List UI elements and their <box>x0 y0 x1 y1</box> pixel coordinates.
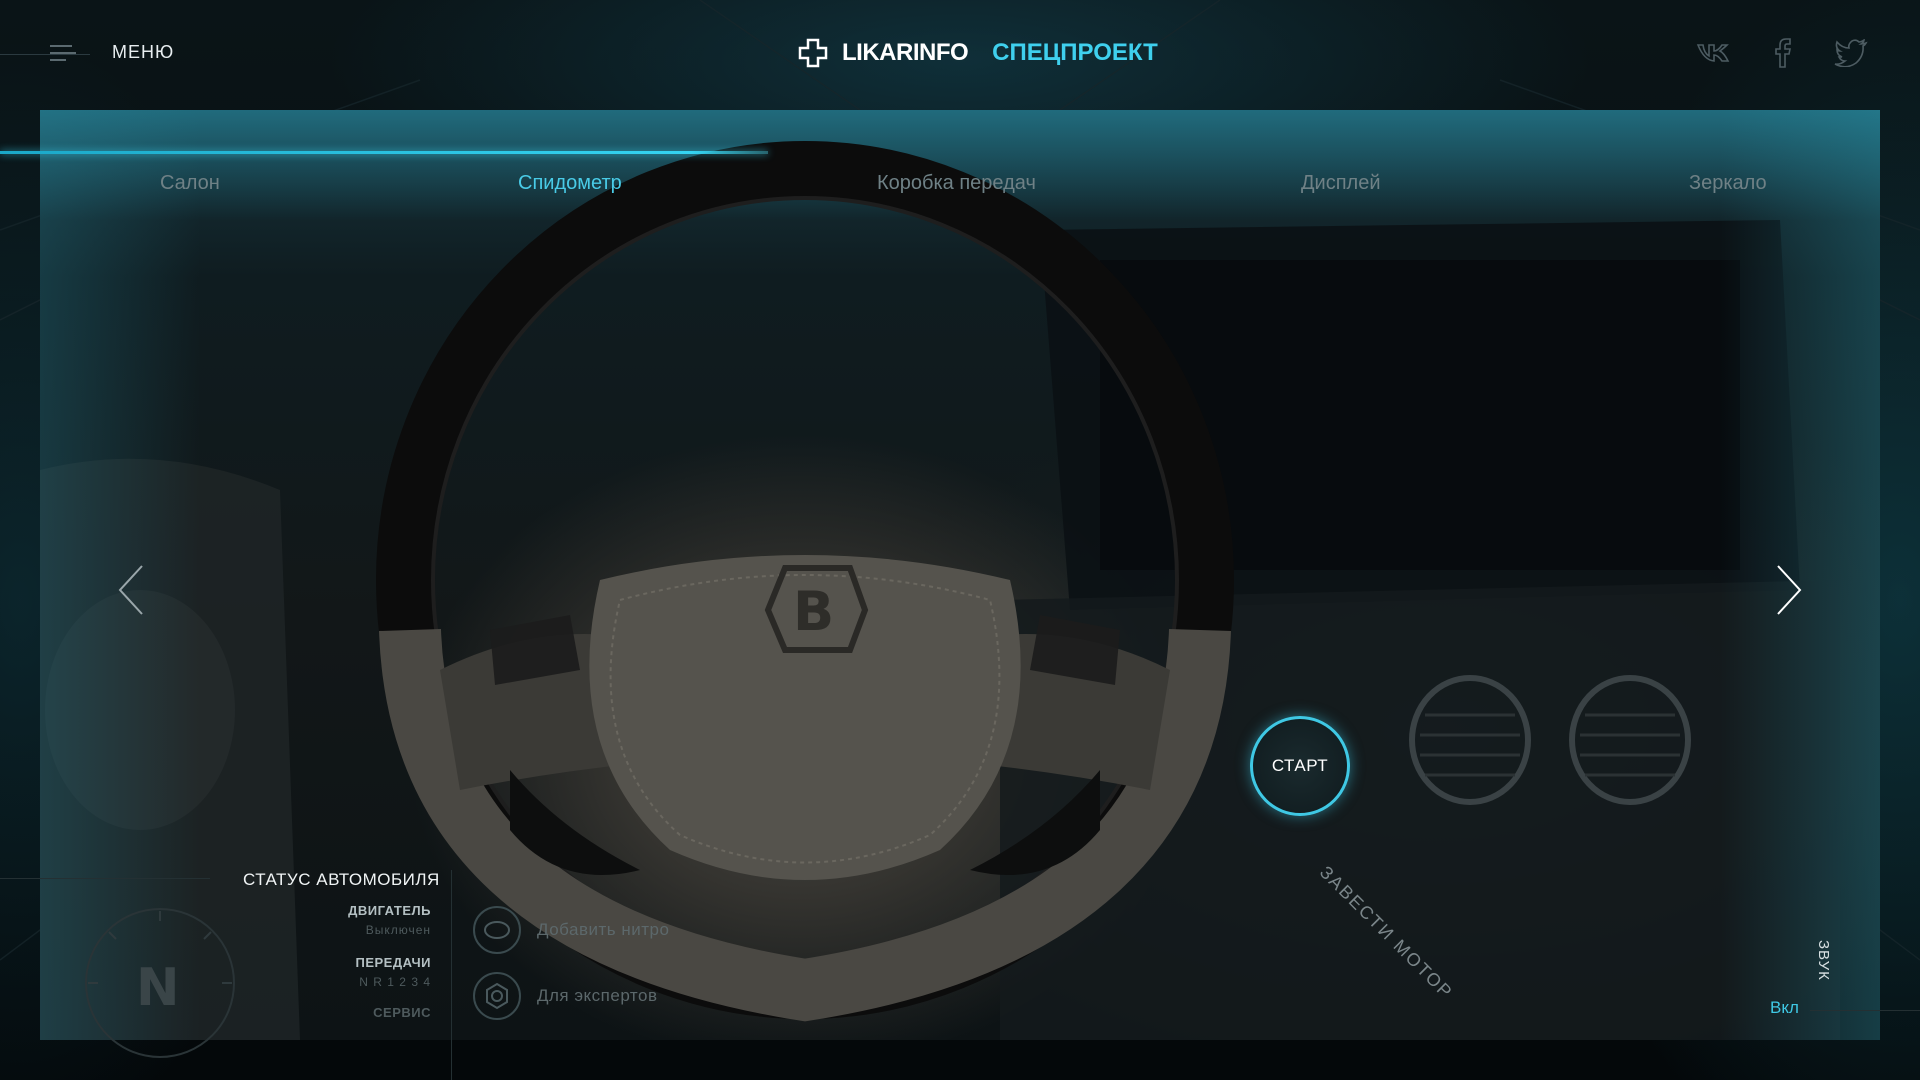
expert-icon <box>473 972 521 1020</box>
prev-arrow-icon[interactable] <box>112 562 152 618</box>
engine-value: Выключен <box>365 923 431 937</box>
top-bar: МЕНЮ LIKARINFO СПЕЦПРОЕКТ <box>0 0 1920 108</box>
brand-project: СПЕЦПРОЕКТ <box>992 39 1158 66</box>
gear-gauge: N <box>85 908 235 1058</box>
tab-mirror[interactable]: Зеркало <box>1689 172 1767 195</box>
start-button-label: СТАРТ <box>1271 756 1329 775</box>
social-links <box>1696 38 1870 68</box>
engine-label: ДВИГАТЕЛЬ <box>348 903 431 918</box>
steering-wheel-illustration: B <box>40 141 1840 1040</box>
tab-gearbox[interactable]: Коробка передач <box>877 172 1036 195</box>
medical-cross-icon <box>798 38 828 68</box>
gears-value: N R 1 2 3 4 <box>359 975 431 989</box>
progress-bar <box>0 151 768 154</box>
service-label: СЕРВИС <box>373 1005 431 1020</box>
hamburger-icon <box>50 44 76 61</box>
sound-label: ЗВУК <box>1815 940 1832 981</box>
gear-indicator: N <box>136 958 180 1018</box>
brand-logo[interactable]: LIKARINFO СПЕЦПРОЕКТ <box>798 38 1158 68</box>
add-nitro-label: Добавить нитро <box>537 920 670 939</box>
add-nitro-option[interactable]: Добавить нитро <box>473 906 669 954</box>
section-tabs: Салон Спидометр Коробка передач Дисплей … <box>0 172 1920 202</box>
tab-salon[interactable]: Салон <box>160 172 220 195</box>
nitro-icon <box>473 906 521 954</box>
next-arrow-icon[interactable] <box>1768 562 1808 618</box>
main-panel: B <box>40 110 1880 1040</box>
tab-display[interactable]: Дисплей <box>1301 172 1381 195</box>
vk-icon[interactable] <box>1696 38 1734 68</box>
menu-label: МЕНЮ <box>112 42 175 62</box>
facebook-icon[interactable] <box>1764 38 1802 68</box>
expert-mode-option[interactable]: Для экспертов <box>473 972 658 1020</box>
svg-text:B: B <box>793 580 834 643</box>
gears-label: ПЕРЕДАЧИ <box>355 955 431 970</box>
status-title: СТАТУС АВТОМОБИЛЯ <box>243 870 440 889</box>
brand-name: LIKARINFO <box>842 39 969 66</box>
twitter-icon[interactable] <box>1832 38 1870 68</box>
start-button[interactable]: СТАРТ <box>1250 716 1350 816</box>
sound-toggle[interactable]: Вкл <box>1770 998 1799 1018</box>
tab-speedometer[interactable]: Спидометр <box>518 172 622 195</box>
expert-mode-label: Для экспертов <box>537 986 658 1005</box>
menu-button[interactable]: МЕНЮ <box>50 42 174 63</box>
